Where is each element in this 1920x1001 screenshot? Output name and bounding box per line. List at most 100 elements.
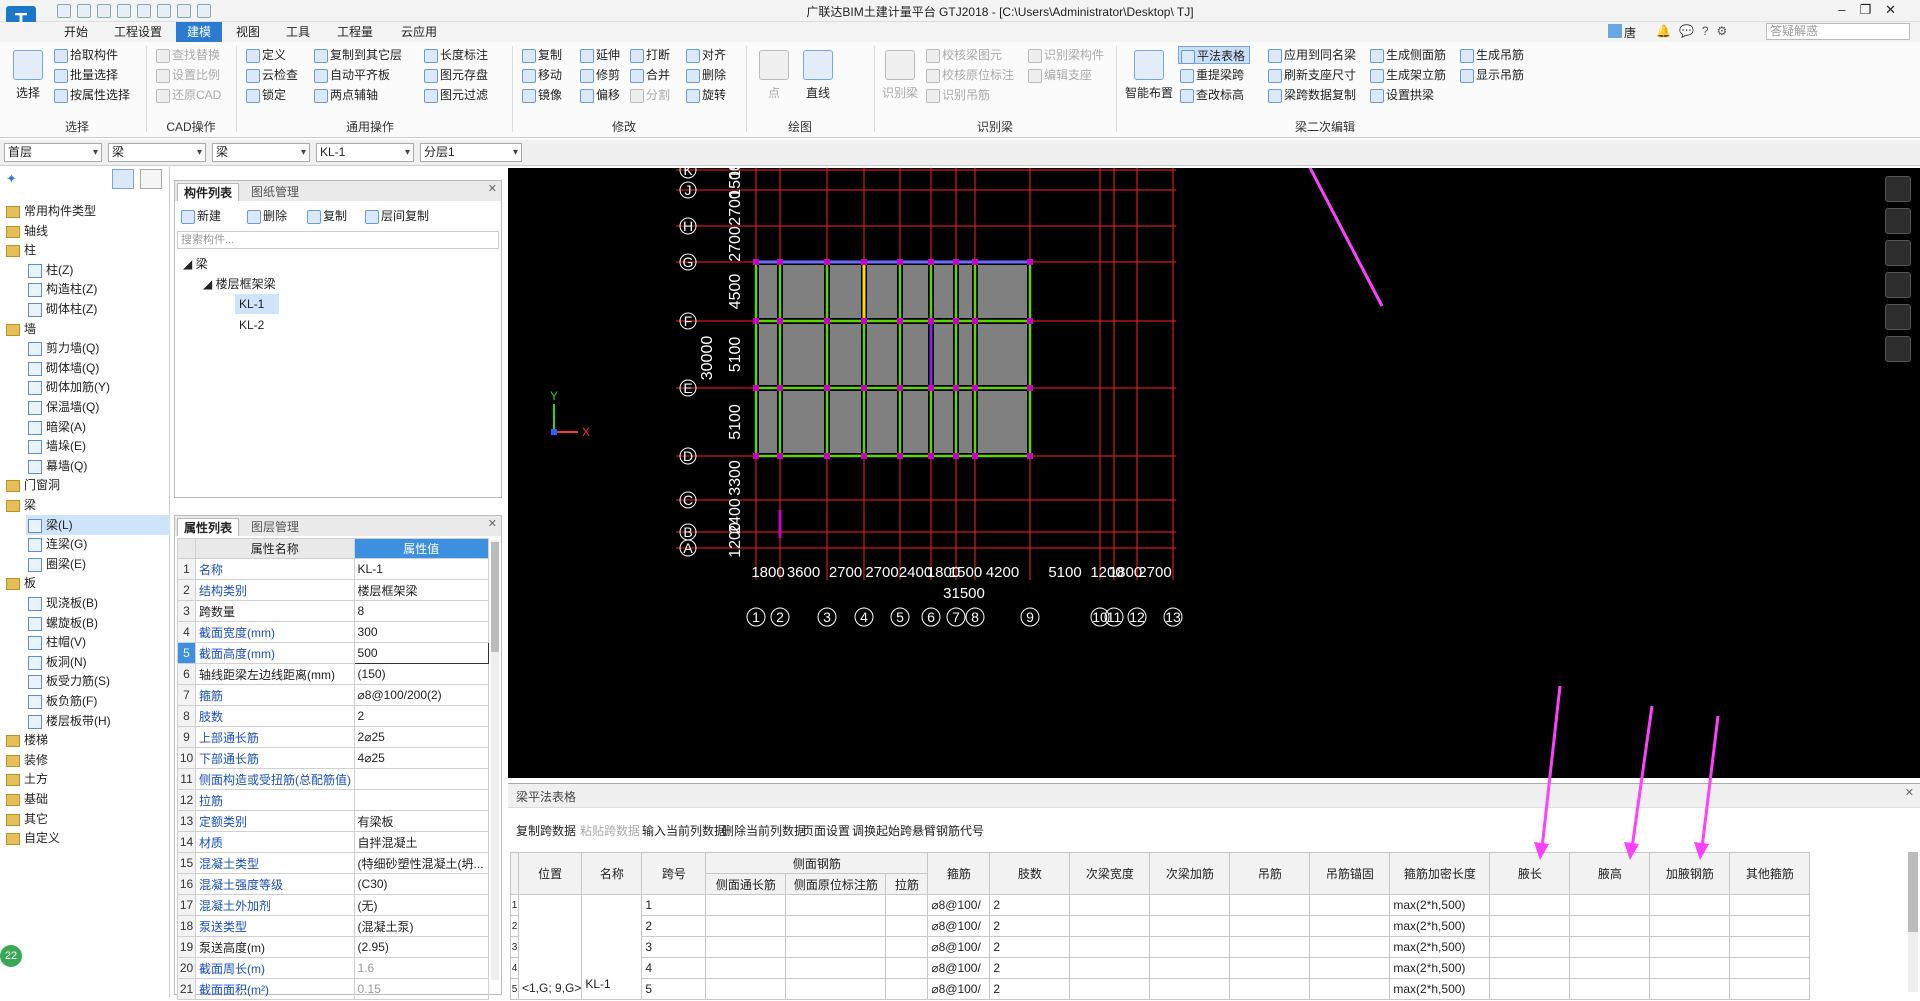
generate-side-bar-button[interactable]: 生成侧面筋: [1368, 46, 1446, 64]
property-value[interactable]: (特细砂塑性混凝土(坍...: [353, 852, 490, 874]
tree-item-kl2[interactable]: KL-2: [235, 315, 279, 335]
haunch-bar[interactable]: [1649, 915, 1731, 937]
recognize-beam-component-button[interactable]: 识别梁构件: [1026, 46, 1104, 64]
beam-table-action[interactable]: 删除当前列数据: [722, 822, 806, 839]
nav-item[interactable]: 暗梁(A): [26, 417, 86, 437]
nav-item[interactable]: 梁(L): [26, 514, 170, 535]
redo-icon[interactable]: [117, 4, 131, 18]
sub-beam-bar[interactable]: [1149, 894, 1231, 916]
pingfa-table-button[interactable]: 平法表格: [1178, 46, 1251, 64]
haunch-length[interactable]: [1489, 894, 1571, 916]
copy-component-button[interactable]: 复制: [305, 207, 347, 225]
beam-table-action[interactable]: 输入当前列数据: [642, 822, 726, 839]
beam-table-row[interactable]: 2 2 ⌀8@100/2 max(2*h,500): [510, 915, 1811, 937]
property-row[interactable]: 11 侧面构造或受扭筋(总配筋值): [176, 768, 490, 790]
tab-properties[interactable]: 属性列表: [177, 518, 240, 536]
nav-item[interactable]: 连梁(G): [26, 534, 87, 554]
select-button[interactable]: 选择: [8, 50, 48, 101]
beam-table-row[interactable]: 5 5 ⌀8@100/2 max(2*h,500): [510, 978, 1811, 1000]
nav-item[interactable]: 门窗洞: [6, 475, 60, 495]
nav-item[interactable]: 板负筋(F): [26, 691, 97, 711]
property-value[interactable]: 自拌混凝土: [353, 831, 490, 853]
beam-table-row[interactable]: 3 3 ⌀8@100/2 max(2*h,500): [510, 936, 1811, 958]
nav-item[interactable]: 剪力墙(Q): [26, 338, 99, 358]
property-value[interactable]: 500: [353, 642, 490, 664]
print-icon[interactable]: [137, 4, 151, 18]
sub-beam-width[interactable]: [1069, 915, 1151, 937]
beam-table-action[interactable]: 调换起始跨: [852, 822, 912, 839]
dense-length[interactable]: max(2*h,500): [1389, 894, 1491, 916]
stirrup[interactable]: ⌀8@100/: [927, 894, 991, 916]
legs[interactable]: 2: [989, 915, 1071, 937]
tree-group[interactable]: ◢ 楼层框架梁: [203, 275, 276, 292]
property-row[interactable]: 1 名称 KL-1: [176, 558, 490, 580]
export-icon[interactable]: [157, 4, 171, 18]
stirrup[interactable]: ⌀8@100/: [927, 915, 991, 937]
copy-button[interactable]: 复制: [520, 46, 562, 64]
type-select[interactable]: 梁: [212, 143, 310, 162]
table-view-icon[interactable]: [1885, 336, 1911, 362]
nav-item[interactable]: 楼层板带(H): [26, 711, 111, 731]
set-scale-button[interactable]: 设置比例: [154, 66, 220, 84]
batch-select-button[interactable]: 批量选择: [52, 66, 118, 84]
merge-button[interactable]: 合并: [628, 66, 670, 84]
property-value[interactable]: (150): [353, 663, 490, 685]
nav-item[interactable]: 柱帽(V): [26, 632, 86, 652]
tab-tools[interactable]: 工具: [278, 22, 318, 42]
open-icon[interactable]: [77, 4, 91, 18]
property-value[interactable]: 1.6: [353, 957, 490, 979]
haunch-height[interactable]: [1569, 957, 1651, 979]
nav-item[interactable]: 墙垛(E): [26, 436, 86, 456]
stirrup[interactable]: ⌀8@100/: [927, 957, 991, 979]
property-row[interactable]: 10 下部通长筋 4⌀25: [176, 747, 490, 769]
side-through-bar[interactable]: [705, 936, 787, 958]
hanger[interactable]: [1229, 957, 1311, 979]
align-button[interactable]: 对齐: [684, 46, 726, 64]
rotate-button[interactable]: 旋转: [684, 86, 726, 104]
tie-bar[interactable]: [885, 957, 929, 979]
hanger-anchor[interactable]: [1309, 894, 1391, 916]
close-panel-icon[interactable]: ✕: [488, 517, 497, 530]
list-view-icon[interactable]: [112, 169, 134, 189]
nav-item[interactable]: 柱: [6, 240, 36, 260]
property-row[interactable]: 18 泵送类型 (混凝土泵): [176, 915, 490, 937]
property-value[interactable]: (C30): [353, 873, 490, 895]
nav-item[interactable]: 墙: [6, 319, 36, 339]
property-value[interactable]: 0.15: [353, 978, 490, 1000]
other-stirrup[interactable]: [1729, 894, 1811, 916]
restore-icon[interactable]: ❐: [1859, 2, 1885, 17]
tree-root[interactable]: ◢ 梁: [183, 255, 208, 272]
nav-item[interactable]: 螺旋板(B): [26, 613, 98, 633]
nav-item[interactable]: 构造柱(Z): [26, 279, 97, 299]
stirrup[interactable]: ⌀8@100/: [927, 936, 991, 958]
length-dimension-button[interactable]: 长度标注: [422, 46, 488, 64]
apply-to-same-name-button[interactable]: 应用到同名梁: [1266, 46, 1356, 64]
side-through-bar[interactable]: [705, 915, 787, 937]
set-arch-beam-button[interactable]: 设置拱梁: [1368, 86, 1434, 104]
check-elevation-button[interactable]: 查改标高: [1178, 86, 1244, 104]
haunch-length[interactable]: [1489, 936, 1571, 958]
property-row[interactable]: 9 上部通长筋 2⌀25: [176, 726, 490, 748]
other-stirrup[interactable]: [1729, 957, 1811, 979]
lock-button[interactable]: 锁定: [244, 86, 286, 104]
property-row[interactable]: 8 肢数 2: [176, 705, 490, 727]
tree-item-kl1[interactable]: KL-1: [235, 294, 279, 314]
select-by-attribute-button[interactable]: 按属性选择: [52, 86, 130, 104]
haunch-length[interactable]: [1489, 915, 1571, 937]
re-extract-span-button[interactable]: 重提梁跨: [1178, 66, 1244, 84]
haunch-length[interactable]: [1489, 978, 1571, 1000]
hanger-anchor[interactable]: [1309, 957, 1391, 979]
tab-cloud[interactable]: 云应用: [392, 22, 446, 42]
generate-hanger-button[interactable]: 生成吊筋: [1458, 46, 1524, 64]
sub-beam-width[interactable]: [1069, 936, 1151, 958]
help-search-input[interactable]: 答疑解惑: [1766, 23, 1910, 40]
auto-align-slab-button[interactable]: 自动平齐板: [312, 66, 390, 84]
haunch-height[interactable]: [1569, 936, 1651, 958]
component-search-input[interactable]: 搜索构件...: [177, 231, 499, 249]
view-icon[interactable]: [177, 4, 191, 18]
undo-icon[interactable]: [97, 4, 111, 18]
side-in-situ-bar[interactable]: [785, 957, 887, 979]
beam-table-action[interactable]: 悬臂钢筋代号: [912, 822, 984, 839]
element-filter-button[interactable]: 图元过滤: [422, 86, 488, 104]
smart-layout-button[interactable]: 智能布置: [1122, 50, 1176, 101]
